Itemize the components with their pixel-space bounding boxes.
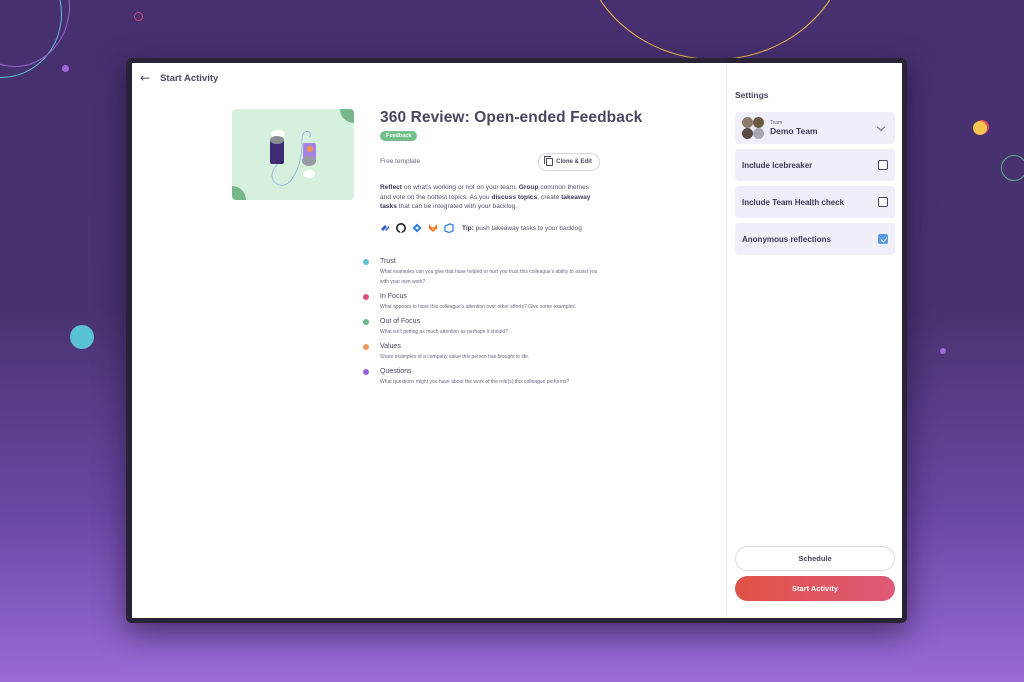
chevron-down-icon bbox=[876, 122, 886, 131]
schedule-button[interactable]: Schedule bbox=[735, 546, 895, 571]
topic-description: Share examples of a company value this p… bbox=[380, 354, 530, 360]
github-icon bbox=[396, 223, 406, 233]
topic-item: Trust What examples can you give that ha… bbox=[363, 257, 603, 287]
decor-ring-pink bbox=[134, 12, 143, 21]
decor-ring-violet bbox=[0, 0, 70, 67]
option-anonymous-reflections[interactable]: Anonymous reflections bbox=[735, 223, 895, 255]
copy-icon bbox=[544, 156, 554, 166]
topic-item: Questions What questions might you have … bbox=[363, 367, 603, 387]
jira-software-icon bbox=[412, 223, 422, 233]
azure-devops-icon bbox=[444, 223, 454, 233]
avatar bbox=[753, 117, 764, 128]
topic-name: Values bbox=[380, 343, 401, 350]
option-label: Anonymous reflections bbox=[742, 234, 831, 244]
template-details: ← Start Activity 360 Review: Open-ended … bbox=[132, 63, 726, 618]
arrow-left-icon: ← bbox=[140, 71, 151, 85]
topic-description: What questions might you have about the … bbox=[380, 379, 570, 385]
topics-list: Trust What examples can you give that ha… bbox=[363, 257, 603, 392]
topic-item: Out of Focus What isn't getting as much … bbox=[363, 317, 603, 337]
settings-sidebar: Settings Team Demo Team Include Icebreak… bbox=[726, 63, 902, 618]
page-title: Start Activity bbox=[160, 72, 219, 84]
category-badge: Feedback bbox=[380, 131, 418, 141]
topic-name: Questions bbox=[380, 368, 412, 375]
topic-description: What examples can you give that have hel… bbox=[380, 269, 598, 285]
team-avatars bbox=[742, 117, 764, 139]
decor-dot-yellow bbox=[973, 121, 987, 135]
topic-color-dot bbox=[363, 319, 369, 325]
back-button[interactable]: ← Start Activity bbox=[140, 71, 218, 85]
template-illustration bbox=[232, 109, 354, 200]
template-title: 360 Review: Open-ended Feedback bbox=[380, 109, 643, 126]
avatar bbox=[742, 128, 753, 139]
icebreaker-checkbox[interactable] bbox=[878, 160, 888, 170]
topic-name: Trust bbox=[380, 258, 396, 265]
desc-keyword: Group bbox=[518, 184, 539, 191]
desc-text: , create bbox=[537, 193, 562, 201]
app-window: ← Start Activity 360 Review: Open-ended … bbox=[132, 63, 902, 618]
decor-ring-green bbox=[1001, 155, 1024, 181]
settings-heading: Settings bbox=[735, 90, 769, 100]
integration-tip: Tip: push takeaway tasks to your backlog bbox=[462, 225, 582, 232]
team-text: Team Demo Team bbox=[770, 120, 878, 136]
decor-ring-yellow bbox=[580, 0, 850, 60]
team-select[interactable]: Team Demo Team bbox=[735, 112, 895, 144]
decor-dot-violet-2 bbox=[940, 348, 946, 354]
anonymous-checkbox[interactable] bbox=[878, 234, 888, 244]
desc-text: that can be integrated with your backlog… bbox=[396, 203, 518, 210]
topic-color-dot bbox=[363, 369, 369, 375]
topic-name: Out of Focus bbox=[380, 318, 421, 325]
option-label: Include Team Health check bbox=[742, 197, 845, 207]
team-name: Demo Team bbox=[770, 126, 818, 136]
clone-edit-label: Clone & Edit bbox=[556, 159, 592, 165]
template-description: Reflect on what's working or not on your… bbox=[380, 183, 600, 212]
option-label: Include Icebreaker bbox=[742, 160, 813, 170]
gitlab-icon bbox=[428, 224, 438, 232]
desc-keyword: discuss topics bbox=[491, 193, 538, 201]
topic-item: Values Share examples of a company value… bbox=[363, 342, 603, 362]
desc-text: on what's working or not on your team. bbox=[402, 184, 519, 191]
team-health-checkbox[interactable] bbox=[878, 197, 888, 207]
template-type-label: Free template bbox=[380, 158, 421, 165]
topic-name: In Focus bbox=[380, 293, 407, 300]
option-include-icebreaker[interactable]: Include Icebreaker bbox=[735, 149, 895, 181]
start-activity-button[interactable]: Start Activity bbox=[735, 576, 895, 601]
topic-color-dot bbox=[363, 259, 369, 265]
topic-description: What appears to have this colleague's at… bbox=[380, 304, 577, 310]
topic-item: In Focus What appears to have this colle… bbox=[363, 292, 603, 312]
avatar bbox=[753, 128, 764, 139]
topic-color-dot bbox=[363, 344, 369, 350]
tip-label: Tip: bbox=[462, 224, 474, 232]
tin-can-phone-illustration bbox=[270, 130, 316, 186]
integrations-row: Tip: push takeaway tasks to your backlog bbox=[380, 223, 582, 233]
desc-keyword: Reflect bbox=[380, 184, 402, 191]
tip-text: push takeaway tasks to your backlog bbox=[473, 224, 582, 232]
avatar bbox=[742, 117, 753, 128]
decor-dot-cyan bbox=[70, 325, 94, 349]
clone-edit-button[interactable]: Clone & Edit bbox=[538, 153, 600, 171]
decor-dot-violet bbox=[62, 65, 69, 72]
topic-color-dot bbox=[363, 294, 369, 300]
jira-icon bbox=[381, 225, 389, 231]
topic-description: What isn't getting as much attention as … bbox=[380, 329, 508, 335]
option-include-team-health[interactable]: Include Team Health check bbox=[735, 186, 895, 218]
